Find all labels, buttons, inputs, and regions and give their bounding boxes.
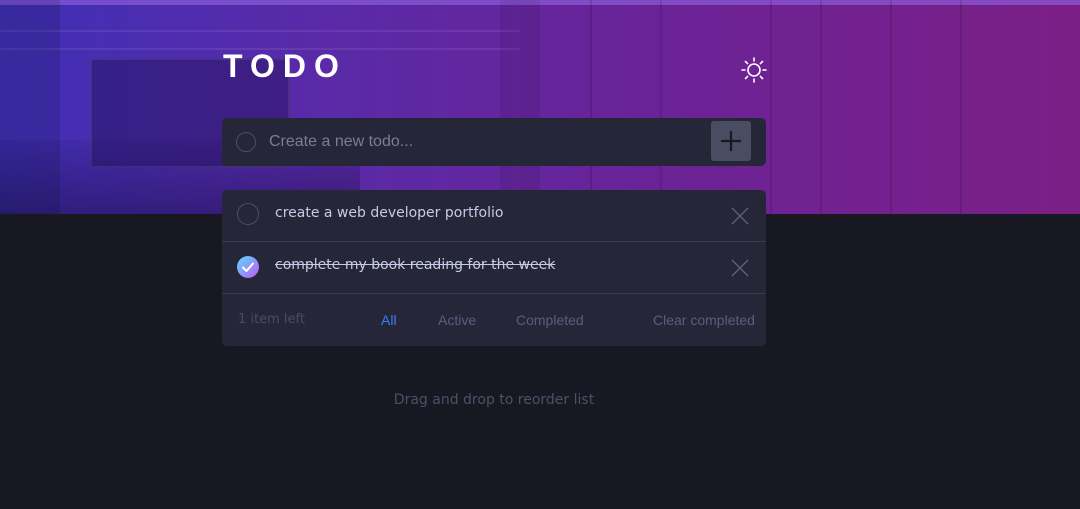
close-icon <box>731 207 749 225</box>
new-todo-bar <box>222 118 766 166</box>
filter-all[interactable]: All <box>381 312 397 328</box>
sun-icon <box>741 57 767 83</box>
todo-item[interactable]: complete my book reading for the week <box>222 242 766 294</box>
filter-active[interactable]: Active <box>438 312 476 328</box>
items-left-count: 1 item left <box>238 312 305 327</box>
list-footer: 1 item left All Active Completed Clear c… <box>222 294 766 346</box>
todo-text[interactable]: create a web developer portfolio <box>275 205 503 221</box>
theme-toggle-button[interactable] <box>740 56 768 84</box>
new-todo-circle-icon <box>236 132 256 152</box>
todo-toggle-circle[interactable] <box>237 203 259 225</box>
todo-list: create a web developer portfolio complet… <box>222 190 766 346</box>
delete-todo-button[interactable] <box>730 258 750 278</box>
clear-completed-button[interactable]: Clear completed <box>653 312 755 328</box>
header-background-image <box>0 0 1080 214</box>
delete-todo-button[interactable] <box>730 206 750 226</box>
check-icon <box>242 262 254 272</box>
new-todo-input[interactable] <box>269 128 699 156</box>
drag-drop-hint: Drag and drop to reorder list <box>393 392 595 408</box>
filter-completed[interactable]: Completed <box>516 312 584 328</box>
todo-text-completed[interactable]: complete my book reading for the week <box>275 257 555 273</box>
app-title: TODO <box>223 48 347 84</box>
todo-item[interactable]: create a web developer portfolio <box>222 190 766 242</box>
close-icon <box>731 259 749 277</box>
plus-icon <box>721 131 741 151</box>
todo-toggle-checked[interactable] <box>237 256 259 278</box>
add-todo-button[interactable] <box>711 121 751 161</box>
